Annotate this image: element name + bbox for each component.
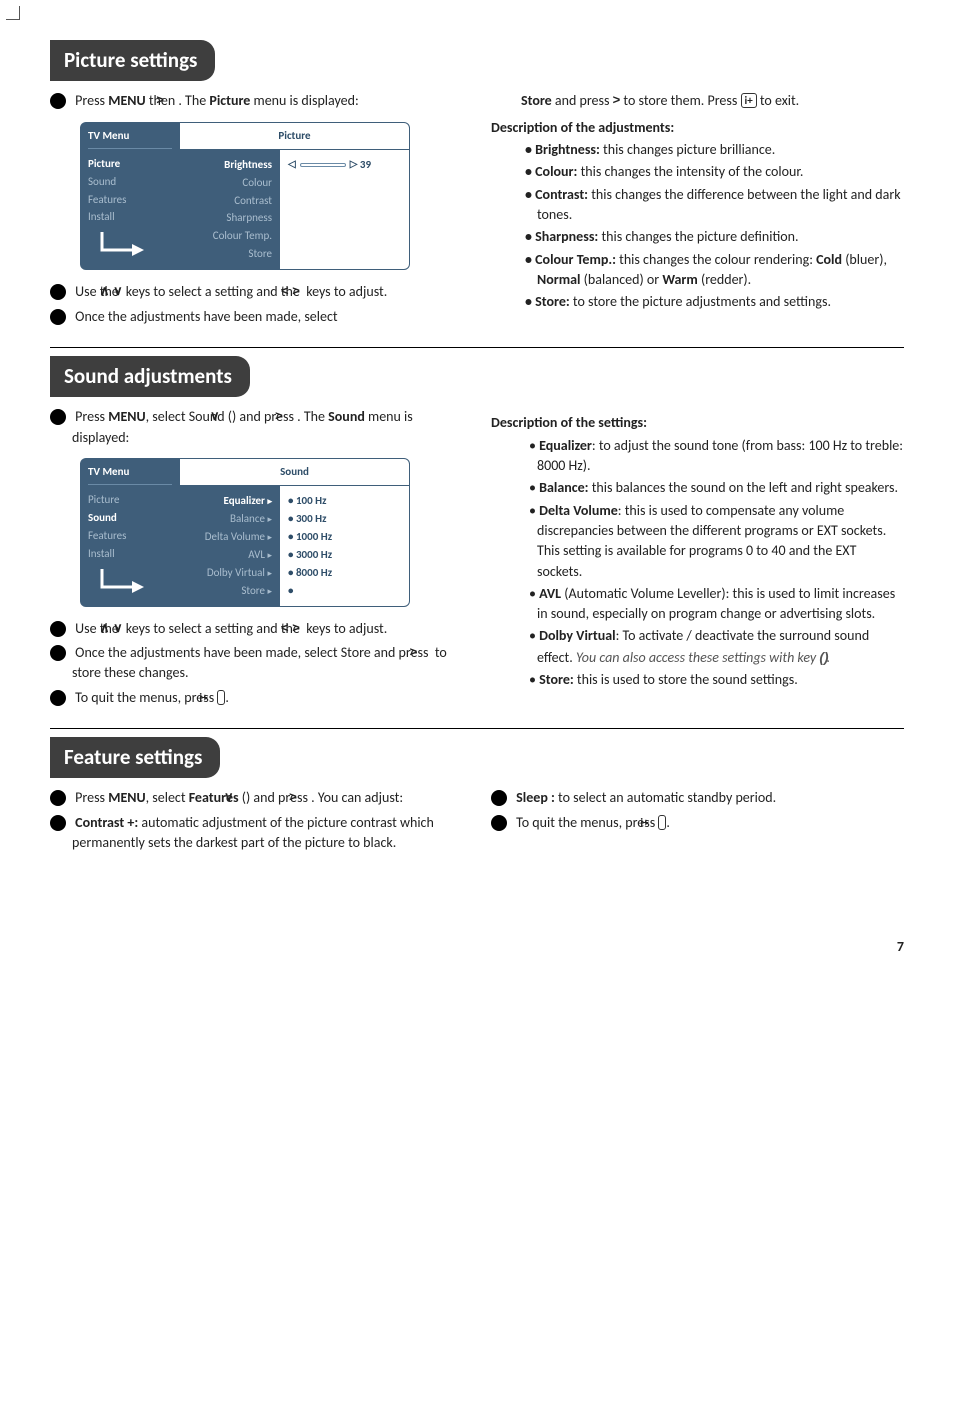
adj-colourtemp: • Colour Temp.: this changes the colour … bbox=[491, 250, 904, 291]
menu-item: Features bbox=[88, 527, 172, 545]
desc-deltavol: • Delta Volume: this is used to compensa… bbox=[491, 501, 904, 582]
setting-item: AVL bbox=[248, 548, 265, 561]
picture-step1: 1 Press MENU then >. The Picture menu is… bbox=[50, 91, 463, 111]
menu-item: Picture bbox=[88, 155, 172, 173]
menu-item: Install bbox=[88, 545, 172, 563]
step-num-1: 1 bbox=[50, 790, 66, 806]
menu-item: Sound bbox=[88, 173, 172, 191]
step-num-1: 1 bbox=[50, 409, 66, 425]
step-num-2: 2 bbox=[50, 284, 66, 300]
desc-store: • Store: this is used to store the sound… bbox=[491, 670, 904, 690]
setting-item: Store bbox=[188, 245, 272, 263]
step-num-2: 2 bbox=[50, 815, 66, 831]
sound-step2: 2 Use the ∧ ∨ keys to select a setting a… bbox=[50, 619, 463, 639]
eq-val: • bbox=[288, 582, 332, 600]
menu-item: Picture bbox=[88, 491, 172, 509]
desc-equalizer: • Equalizer: to adjust the sound tone (f… bbox=[491, 436, 904, 477]
tv-menu-label: TV Menu bbox=[88, 464, 172, 485]
eq-val: • 300 Hz bbox=[288, 510, 332, 528]
picture-menu-panel: TV Menu Picture Sound Features Install P… bbox=[80, 122, 463, 271]
step-num-4: 4 bbox=[50, 690, 66, 706]
setting-item: Colour Temp. bbox=[188, 227, 272, 245]
desc-balance: • Balance: this balances the sound on th… bbox=[491, 478, 904, 498]
info-icon: i+ bbox=[741, 93, 757, 108]
surround-icon: ( ) bbox=[819, 649, 826, 665]
feature-step1: 1 Press MENU, select Features (∨) and pr… bbox=[50, 788, 463, 808]
setting-item: Sharpness bbox=[188, 209, 272, 227]
desc-dolby: • Dolby Virtual: To activate / deactivat… bbox=[491, 626, 904, 668]
step-num-3: 3 bbox=[50, 309, 66, 325]
info-icon: i+ bbox=[658, 815, 666, 830]
step-num-2: 2 bbox=[50, 621, 66, 637]
setting-item: Store bbox=[241, 584, 265, 597]
step-num-4: 4 bbox=[491, 815, 507, 831]
eq-val: • 3000 Hz bbox=[288, 546, 332, 564]
up-down-icon: ∧ ∨ bbox=[122, 282, 123, 301]
step-num-3: 3 bbox=[491, 790, 507, 806]
eq-val: • 8000 Hz bbox=[288, 564, 332, 582]
picture-step3: 3 Once the adjustments have been made, s… bbox=[50, 307, 463, 327]
sound-heading: Sound adjustments bbox=[50, 356, 250, 397]
adj-contrast: • Contrast: this changes the difference … bbox=[491, 185, 904, 226]
feature-step3: 3 Sleep : to select an automatic standby… bbox=[491, 788, 904, 808]
picture-desc-heading: Description of the adjustments: bbox=[491, 118, 904, 138]
setting-item: Brightness bbox=[188, 156, 272, 174]
feature-heading: Feature settings bbox=[50, 737, 220, 778]
picture-store-line: Store and press > to store them. Press i… bbox=[491, 91, 904, 111]
sound-step3: 3 Once the adjustments have been made, s… bbox=[50, 643, 463, 684]
setting-item: Colour bbox=[188, 174, 272, 192]
panel-title: Picture bbox=[180, 123, 409, 150]
adj-colour: • Colour: this changes the intensity of … bbox=[491, 162, 904, 182]
desc-avl: • AVL (Automatic Volume Leveller): this … bbox=[491, 584, 904, 625]
tv-menu-label: TV Menu bbox=[88, 128, 172, 149]
arrow-icon bbox=[88, 232, 148, 260]
arrow-icon bbox=[88, 569, 148, 597]
right-arrow-icon: > bbox=[613, 91, 621, 110]
setting-item: Equalizer bbox=[224, 494, 265, 507]
info-icon: i+ bbox=[217, 690, 225, 705]
eq-val: • 100 Hz bbox=[288, 492, 332, 510]
step-num-3: 3 bbox=[50, 645, 66, 661]
brightness-slider: ◁▷ 39 bbox=[288, 156, 371, 174]
setting-item: Balance bbox=[230, 512, 265, 525]
feature-step2: 2 Contrast +: automatic adjustment of th… bbox=[50, 813, 463, 854]
sound-step4: 4 To quit the menus, press i+. bbox=[50, 688, 463, 708]
page-number: 7 bbox=[50, 937, 904, 957]
sound-desc-heading: Description of the settings: bbox=[491, 413, 904, 433]
picture-step2: 2 Use the ∧ ∨ keys to select a setting a… bbox=[50, 282, 463, 302]
adj-sharpness: • Sharpness: this changes the picture de… bbox=[491, 227, 904, 247]
adj-store: • Store: to store the picture adjustment… bbox=[491, 292, 904, 312]
setting-item: Delta Volume bbox=[205, 530, 265, 543]
menu-item: Sound bbox=[88, 509, 172, 527]
adj-brightness: • Brightness: this changes picture brill… bbox=[491, 140, 904, 160]
sound-step1: 1 Press MENU, select Sound (∨) and press… bbox=[50, 407, 463, 448]
menu-item: Features bbox=[88, 191, 172, 209]
step-num-1: 1 bbox=[50, 93, 66, 109]
panel-title: Sound bbox=[180, 459, 409, 486]
menu-item: Install bbox=[88, 208, 172, 226]
setting-item: Dolby Virtual bbox=[207, 566, 265, 579]
eq-val: • 1000 Hz bbox=[288, 528, 332, 546]
feature-step4: 4 To quit the menus, press i+. bbox=[491, 813, 904, 833]
picture-heading: Picture settings bbox=[50, 40, 215, 81]
sound-menu-panel: TV Menu Picture Sound Features Install S… bbox=[80, 458, 463, 607]
setting-item: Contrast bbox=[188, 192, 272, 210]
up-down-icon: ∧ ∨ bbox=[122, 619, 123, 638]
